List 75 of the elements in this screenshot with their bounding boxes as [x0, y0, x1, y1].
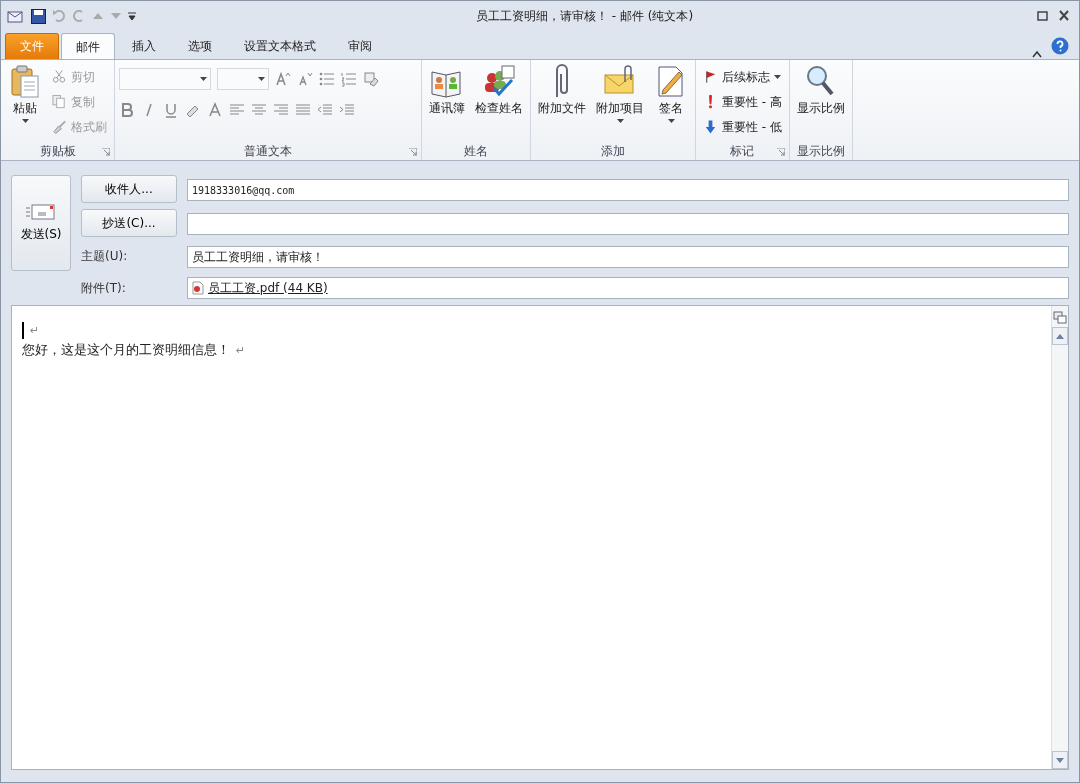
ribbon-button[interactable]: 显示比例 [793, 62, 848, 119]
save-icon[interactable] [31, 8, 46, 24]
copy-icon [52, 94, 67, 110]
ribbon-button[interactable]: 重要性 - 低 [700, 116, 785, 138]
cut-icon [52, 69, 67, 85]
group-label: 姓名 [464, 142, 488, 160]
clear-format-icon[interactable] [363, 71, 379, 87]
ribbon-tab[interactable]: 审阅 [333, 33, 387, 59]
group-label: 添加 [601, 142, 625, 160]
up-arrow-icon [1056, 333, 1064, 339]
people-icon [482, 64, 516, 98]
ribbon-button[interactable]: 检查姓名 [472, 62, 526, 119]
ribbon-tab[interactable]: 设置文本格式 [229, 33, 331, 59]
down-arrow-icon [1056, 757, 1064, 763]
pdf-file-icon [192, 281, 204, 295]
font-color-icon[interactable] [207, 102, 223, 118]
cc-field[interactable] [187, 213, 1069, 235]
subject-field[interactable]: 员工工资明细，请审核！ [187, 246, 1069, 268]
body-text: 您好，这是这个月的工资明细信息！ [22, 341, 230, 359]
ribbon-button[interactable]: 附加文件 [535, 62, 589, 119]
justify-icon[interactable] [295, 102, 311, 118]
ribbon-button[interactable]: 重要性 - 高 [700, 91, 785, 113]
ribbon-button[interactable]: 通讯簿 [426, 62, 468, 119]
field-label: 附件(T): [81, 279, 127, 297]
align-center-icon[interactable] [251, 102, 267, 118]
help-icon[interactable] [1051, 37, 1069, 55]
align-left-icon[interactable] [229, 102, 245, 118]
bullets-icon[interactable] [319, 71, 335, 87]
ruler-toggle-icon[interactable] [1053, 310, 1067, 324]
group-label: 剪贴板 [39, 142, 76, 160]
address-button[interactable]: 收件人... [81, 175, 177, 203]
dialog-launcher-icon[interactable] [102, 148, 110, 156]
address-button[interactable]: 抄送(C)... [81, 209, 177, 237]
customize-toolbar-icon[interactable] [128, 11, 136, 21]
numbering-icon[interactable] [341, 71, 357, 87]
clip-icon [556, 64, 568, 98]
attachment-field[interactable]: 员工工资.pdf (44 KB) [187, 277, 1069, 299]
up-arrow-icon[interactable] [92, 11, 104, 21]
envelope-app-icon[interactable] [7, 8, 25, 24]
ribbon-button[interactable]: 签名 [651, 62, 691, 125]
down-arrow-icon[interactable] [110, 11, 122, 21]
shrink-font-icon[interactable] [297, 71, 313, 87]
grow-font-icon[interactable] [275, 71, 291, 87]
brush-icon [52, 119, 67, 135]
ribbon-button[interactable]: 粘贴 [5, 62, 45, 125]
envelope-icon [26, 203, 56, 220]
increase-indent-icon[interactable] [339, 102, 355, 118]
caret-icon [200, 77, 207, 81]
group-label: 普通文本 [244, 142, 292, 160]
caret-icon [258, 77, 265, 81]
collapse-ribbon-icon[interactable] [1031, 49, 1043, 59]
group-label: 标记 [730, 142, 755, 160]
bold-icon[interactable] [119, 102, 135, 118]
paragraph-mark: ↵ [236, 343, 246, 357]
send-button[interactable]: 发送(S) [11, 175, 71, 271]
ribbon-button[interactable]: 附加项目 [593, 62, 647, 125]
ribbon-tab[interactable]: 选项 [173, 33, 227, 59]
field-label: 主题(U): [81, 247, 129, 265]
align-right-icon[interactable] [273, 102, 289, 118]
undo-icon[interactable] [52, 9, 66, 23]
paste-icon [8, 64, 42, 98]
dialog-launcher-icon[interactable] [776, 148, 785, 156]
underline-icon[interactable] [163, 102, 179, 118]
ribbon-tab[interactable]: 邮件 [61, 33, 115, 60]
paragraph-mark: ↵ [30, 323, 40, 337]
group-label: 显示比例 [796, 142, 845, 160]
ribbon-button[interactable]: 后续标志 [700, 66, 785, 88]
scroll-down-button[interactable] [1052, 751, 1068, 769]
attachment-link[interactable]: 员工工资.pdf (44 KB) [208, 279, 328, 297]
dialog-launcher-icon[interactable] [409, 148, 417, 156]
window-title: 员工工资明细，请审核！ - 邮件 (纯文本) [474, 7, 695, 25]
ribbon-tab[interactable]: 插入 [117, 33, 171, 59]
recipient-field[interactable]: 1918333016@qq.com [187, 179, 1069, 201]
scroll-up-button[interactable] [1052, 327, 1068, 345]
decrease-indent-icon[interactable] [317, 102, 333, 118]
